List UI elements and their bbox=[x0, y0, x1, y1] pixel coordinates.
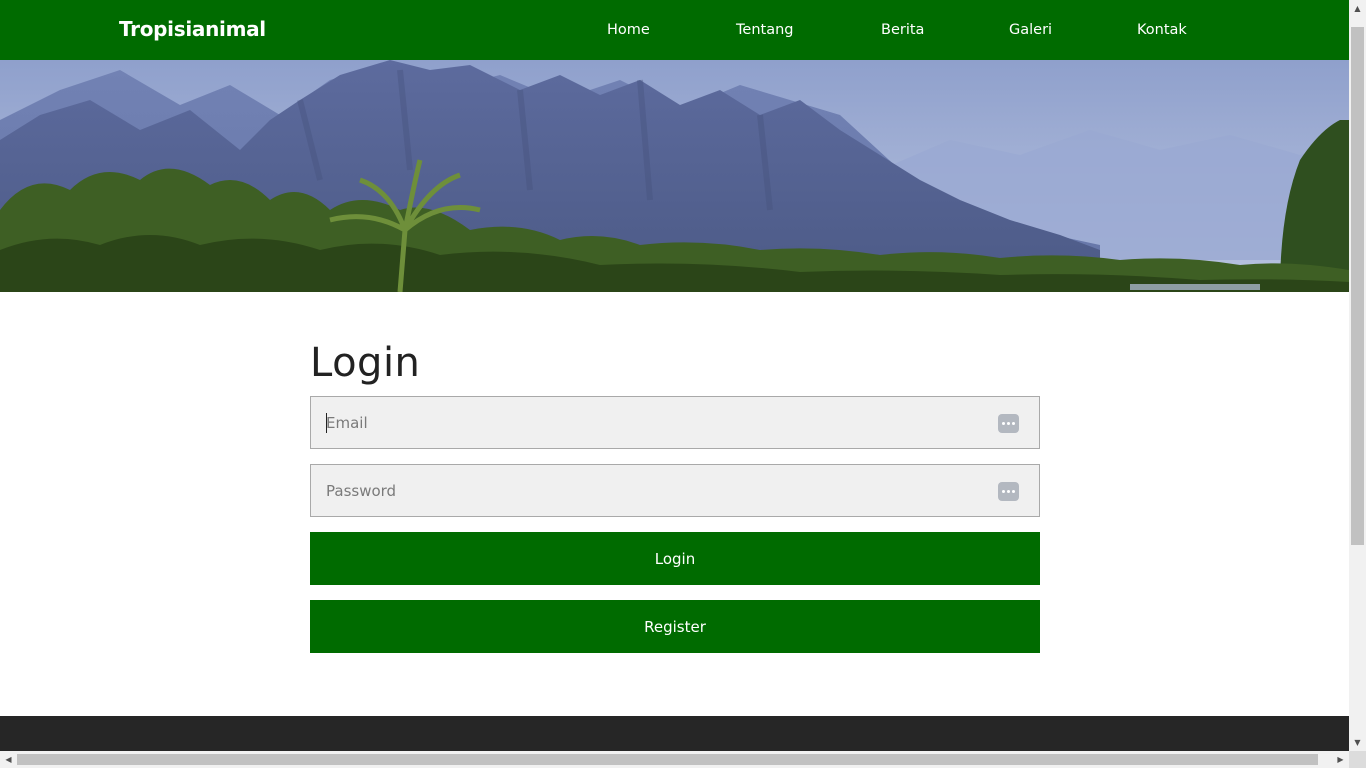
vertical-scrollbar[interactable]: ▲ ▼ bbox=[1349, 0, 1366, 751]
horizontal-scroll-thumb[interactable] bbox=[17, 754, 1318, 765]
hero-landscape-image bbox=[0, 60, 1349, 292]
brand-logo[interactable]: Tropisianimal bbox=[119, 17, 266, 41]
nav-home[interactable]: Home bbox=[607, 22, 650, 38]
page: Tropisianimal Home Tentang Berita Galeri… bbox=[0, 0, 1349, 751]
password-field[interactable] bbox=[310, 464, 1040, 517]
vertical-scroll-thumb[interactable] bbox=[1351, 27, 1364, 545]
nav-news[interactable]: Berita bbox=[881, 22, 924, 38]
triangle-left-icon[interactable]: ◀ bbox=[0, 751, 17, 768]
login-title: Login bbox=[310, 340, 421, 386]
triangle-down-icon[interactable]: ▼ bbox=[1349, 734, 1366, 751]
nav-contact[interactable]: Kontak bbox=[1137, 22, 1187, 38]
triangle-right-icon[interactable]: ▶ bbox=[1332, 751, 1349, 768]
nav-gallery[interactable]: Galeri bbox=[1009, 22, 1052, 38]
email-input[interactable] bbox=[311, 397, 1039, 448]
hero-banner bbox=[0, 60, 1349, 292]
login-button[interactable]: Login bbox=[310, 532, 1040, 585]
triangle-up-icon[interactable]: ▲ bbox=[1349, 0, 1366, 17]
nav-about[interactable]: Tentang bbox=[736, 22, 793, 38]
email-field[interactable] bbox=[310, 396, 1040, 449]
footer bbox=[0, 716, 1349, 751]
navbar: Tropisianimal Home Tentang Berita Galeri… bbox=[0, 0, 1349, 60]
password-manager-icon[interactable] bbox=[998, 482, 1019, 501]
password-manager-icon[interactable] bbox=[998, 414, 1019, 433]
horizontal-scrollbar[interactable]: ◀ ▶ bbox=[0, 751, 1349, 768]
register-button[interactable]: Register bbox=[310, 600, 1040, 653]
password-input[interactable] bbox=[311, 465, 1039, 516]
text-caret bbox=[326, 413, 327, 433]
scrollbar-corner bbox=[1349, 751, 1366, 768]
